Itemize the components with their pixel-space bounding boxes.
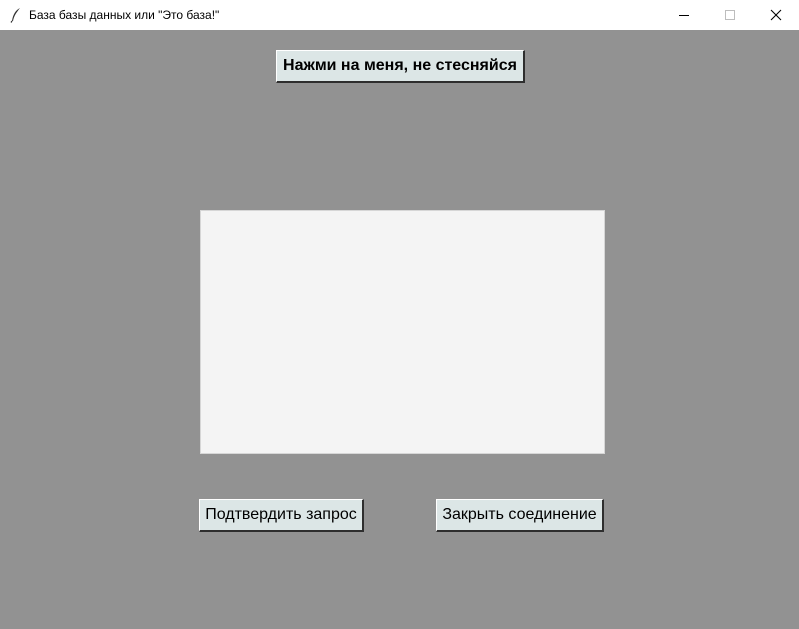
title-bar[interactable]: База базы данных или "Это база!" [0,0,799,30]
minimize-icon [679,15,689,16]
confirm-query-button[interactable]: Подтвердить запрос [199,499,364,532]
close-connection-button[interactable]: Закрыть соединение [436,499,604,532]
close-button[interactable] [753,0,799,30]
query-text-area[interactable] [200,210,605,454]
window-title: База базы данных или "Это база!" [29,8,220,22]
main-content: Нажми на меня, не стесняйся Подтвердить … [0,30,799,629]
feather-icon [8,7,24,23]
maximize-button[interactable] [707,0,753,30]
maximize-icon [725,10,735,20]
minimize-button[interactable] [661,0,707,30]
click-me-button[interactable]: Нажми на меня, не стесняйся [276,50,525,83]
window-controls [661,0,799,30]
close-icon [770,9,782,21]
app-window: База базы данных или "Это база!" Нажми н… [0,0,799,629]
